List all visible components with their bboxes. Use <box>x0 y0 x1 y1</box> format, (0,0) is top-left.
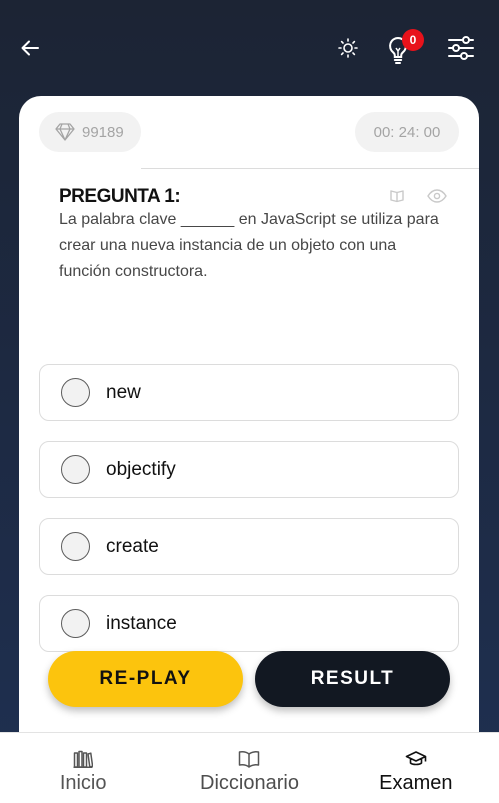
nav-label-examen: Examen <box>379 772 453 794</box>
timer: 00: 24: 00 <box>355 112 459 152</box>
nav-inicio[interactable]: Inicio <box>0 733 166 803</box>
library-icon <box>73 750 94 768</box>
hint-button[interactable]: 0 <box>386 29 424 64</box>
answer-option[interactable]: objectify <box>39 441 459 498</box>
theme-toggle-button[interactable] <box>336 36 360 60</box>
nav-examen[interactable]: Examen <box>333 733 499 803</box>
book-button[interactable] <box>389 188 405 204</box>
quiz-card: 99189 00: 24: 00 PREGUNTA 1: La palabra … <box>19 96 479 796</box>
graduation-cap-icon <box>405 751 427 766</box>
option-label: new <box>106 381 141 403</box>
sliders-icon <box>448 36 474 60</box>
eye-icon <box>427 189 447 203</box>
answer-option[interactable]: instance <box>39 595 459 652</box>
option-label: create <box>106 535 159 557</box>
replay-button[interactable]: RE-PLAY <box>48 651 243 707</box>
sun-icon <box>338 38 358 58</box>
nav-label-inicio: Inicio <box>59 772 107 794</box>
option-label: instance <box>106 612 177 634</box>
book-icon <box>390 190 404 203</box>
option-label: objectify <box>106 458 176 480</box>
bottom-nav: Inicio Diccionario Examen <box>0 732 499 803</box>
settings-button[interactable] <box>447 36 475 60</box>
question-text: La palabra clave ______ en JavaScript se… <box>59 211 439 280</box>
back-button[interactable] <box>18 36 42 60</box>
reveal-answer-button[interactable] <box>427 189 447 203</box>
radio-button[interactable] <box>61 455 90 484</box>
radio-button[interactable] <box>61 532 90 561</box>
gems-counter: 99189 <box>39 112 141 152</box>
radio-button[interactable] <box>61 609 90 638</box>
answer-option[interactable]: new <box>39 364 459 421</box>
hint-count-badge: 0 <box>402 29 424 51</box>
divider <box>141 168 479 169</box>
nav-diccionario[interactable]: Diccionario <box>166 733 332 803</box>
arrow-left-icon <box>21 40 39 56</box>
result-button[interactable]: RESULT <box>255 651 450 707</box>
question-tools <box>389 188 447 204</box>
timer-value: 00: 24: 00 <box>373 123 441 141</box>
nav-label-diccionario: Diccionario <box>200 772 299 794</box>
gems-value: 99189 <box>82 123 124 141</box>
answer-option[interactable]: create <box>39 518 459 575</box>
top-bar: 0 <box>0 0 499 96</box>
open-book-icon <box>239 751 260 768</box>
question-title: PREGUNTA 1: <box>59 186 181 207</box>
radio-button[interactable] <box>61 378 90 407</box>
diamond-icon <box>55 123 75 141</box>
